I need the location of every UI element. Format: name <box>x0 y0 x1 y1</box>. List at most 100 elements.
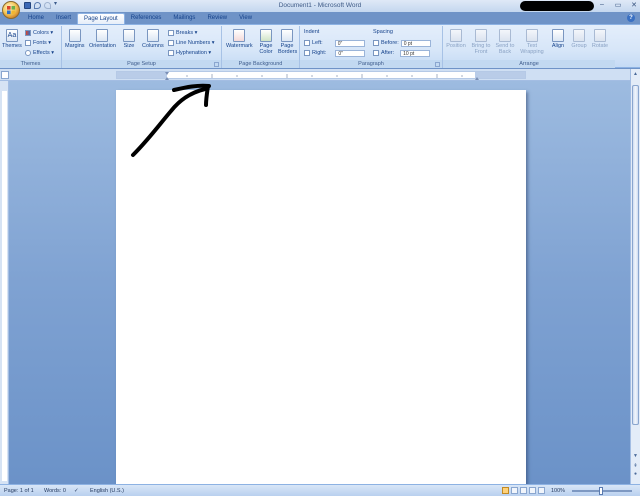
scrollbar-thumb[interactable] <box>632 85 639 425</box>
tab-selector-icon[interactable] <box>1 71 9 79</box>
horizontal-ruler[interactable] <box>116 71 526 80</box>
columns-icon <box>146 29 159 42</box>
bring-to-front-button[interactable]: Bring to Front <box>469 29 493 55</box>
fonts-button[interactable]: Fonts ▾ <box>25 39 51 47</box>
word-count[interactable]: Words: 0 <box>44 488 66 494</box>
paragraph-launcher-icon[interactable] <box>435 62 440 67</box>
proofing-icon[interactable]: ✓ <box>74 488 79 494</box>
line-numbers-icon <box>168 40 174 46</box>
watermark-button[interactable]: Watermark <box>226 29 253 49</box>
margins-label: Margins <box>65 43 85 49</box>
margins-button[interactable]: Margins <box>65 29 85 49</box>
tab-view[interactable]: View <box>233 13 258 24</box>
orientation-button[interactable]: Orientation <box>89 29 116 49</box>
spacing-after-label: After: <box>381 50 395 56</box>
arrange-group: Position Bring to Front Send to Back Tex… <box>443 26 615 68</box>
tab-page-layout[interactable]: Page Layout <box>77 13 125 24</box>
paragraph-group: Indent Left: 0" Right: 0" Spacing Before… <box>300 26 443 68</box>
rotate-icon <box>594 29 606 42</box>
effects-button[interactable]: Effects ▾ <box>25 49 54 57</box>
print-layout-icon[interactable] <box>502 487 509 494</box>
vertical-scrollbar[interactable]: ▲ ▼ ⇞ ● <box>630 69 640 484</box>
position-button[interactable]: Position <box>445 29 467 49</box>
arrange-group-label: Arrange <box>443 60 615 68</box>
tab-home[interactable]: Home <box>22 13 50 24</box>
tab-review[interactable]: Review <box>201 13 233 24</box>
page-setup-group: Margins Orientation Size Columns Breaks … <box>62 26 222 68</box>
scroll-down-icon[interactable]: ▼ <box>632 453 639 460</box>
align-label: Align <box>551 43 565 49</box>
breaks-button[interactable]: Breaks ▾ <box>168 29 197 37</box>
page-borders-label: Page Borders <box>278 43 298 55</box>
browse-object-icon[interactable]: ● <box>632 471 639 478</box>
page-setup-launcher-icon[interactable] <box>214 62 219 67</box>
text-wrapping-label: Text Wrapping <box>520 43 544 55</box>
page-count[interactable]: Page: 1 of 1 <box>4 488 34 494</box>
office-logo-icon <box>7 6 16 15</box>
vertical-ruler-body <box>2 91 7 481</box>
page-borders-button[interactable]: Page Borders <box>278 29 298 55</box>
rotate-label: Rotate <box>591 43 609 49</box>
scroll-up-icon[interactable]: ▲ <box>632 71 639 78</box>
hyphenation-button[interactable]: Hyphenation ▾ <box>168 49 211 57</box>
zoom-slider-knob[interactable] <box>599 487 603 495</box>
language-status[interactable]: English (U.S.) <box>90 488 124 494</box>
status-bar: Page: 1 of 1 Words: 0 ✓ English (U.S.) 1… <box>0 484 640 496</box>
themes-group-label: Themes <box>0 60 61 68</box>
spacing-after-row: After: 10 pt <box>373 49 431 57</box>
group-button[interactable]: Group <box>570 29 588 49</box>
themes-group: Aa Themes Colors ▾ Fonts ▾ Effects ▾ The… <box>0 26 62 68</box>
page-color-button[interactable]: Page Color <box>258 29 274 55</box>
tab-references[interactable]: References <box>125 13 168 24</box>
align-button[interactable]: Align <box>549 29 567 49</box>
text-wrapping-button[interactable]: Text Wrapping <box>519 29 545 55</box>
minimize-button[interactable]: – <box>598 1 606 9</box>
view-buttons <box>502 487 545 494</box>
hyphenation-label: Hyphenation ▾ <box>176 50 212 56</box>
help-icon[interactable]: ? <box>627 14 635 22</box>
close-button[interactable]: ✕ <box>630 1 638 9</box>
ribbon: Aa Themes Colors ▾ Fonts ▾ Effects ▾ The… <box>0 24 640 68</box>
web-layout-icon[interactable] <box>520 487 527 494</box>
fonts-icon <box>25 40 31 46</box>
spacing-title: Spacing <box>373 29 393 35</box>
indent-left-label: Left: <box>312 40 323 46</box>
watermark-label: Watermark <box>226 43 253 49</box>
office-button[interactable] <box>2 1 20 19</box>
line-numbers-button[interactable]: Line Numbers ▾ <box>168 39 215 47</box>
themes-icon: Aa <box>5 29 18 42</box>
indent-left-row: Left: 0" <box>304 39 365 47</box>
columns-button[interactable]: Columns <box>142 29 164 49</box>
send-to-back-icon <box>499 29 511 42</box>
indent-right-input[interactable]: 0" <box>335 49 366 57</box>
page-background-group-label: Page Background <box>222 60 299 68</box>
spacing-after-input[interactable]: 10 pt <box>400 49 431 57</box>
spacing-before-input[interactable]: 0 pt <box>400 39 431 47</box>
zoom-slider[interactable] <box>572 487 632 495</box>
restore-button[interactable]: ▭ <box>614 1 622 9</box>
indent-left-input[interactable]: 0" <box>334 39 365 47</box>
breaks-label: Breaks ▾ <box>176 30 198 36</box>
bring-to-front-label: Bring to Front <box>471 43 491 55</box>
full-screen-reading-icon[interactable] <box>511 487 518 494</box>
tab-mailings[interactable]: Mailings <box>167 13 201 24</box>
colors-button[interactable]: Colors ▾ <box>25 29 53 37</box>
spacing-before-label: Before: <box>381 40 399 46</box>
position-icon <box>450 29 462 42</box>
draft-icon[interactable] <box>538 487 545 494</box>
tab-insert[interactable]: Insert <box>50 13 77 24</box>
effects-icon <box>25 50 31 56</box>
size-button[interactable]: Size <box>123 29 135 49</box>
indent-title: Indent <box>304 29 320 35</box>
send-to-back-button[interactable]: Send to Back <box>494 29 516 55</box>
orientation-label: Orientation <box>89 43 116 49</box>
spacing-before-row: Before: 0 pt <box>373 39 431 47</box>
rotate-button[interactable]: Rotate <box>591 29 609 49</box>
previous-page-icon[interactable]: ⇞ <box>632 463 639 470</box>
outline-icon[interactable] <box>529 487 536 494</box>
size-icon <box>123 29 135 42</box>
zoom-level[interactable]: 100% <box>551 488 565 494</box>
hyphenation-icon <box>168 50 174 56</box>
themes-button[interactable]: Aa Themes <box>2 29 22 49</box>
indent-right-label: Right: <box>312 50 327 56</box>
